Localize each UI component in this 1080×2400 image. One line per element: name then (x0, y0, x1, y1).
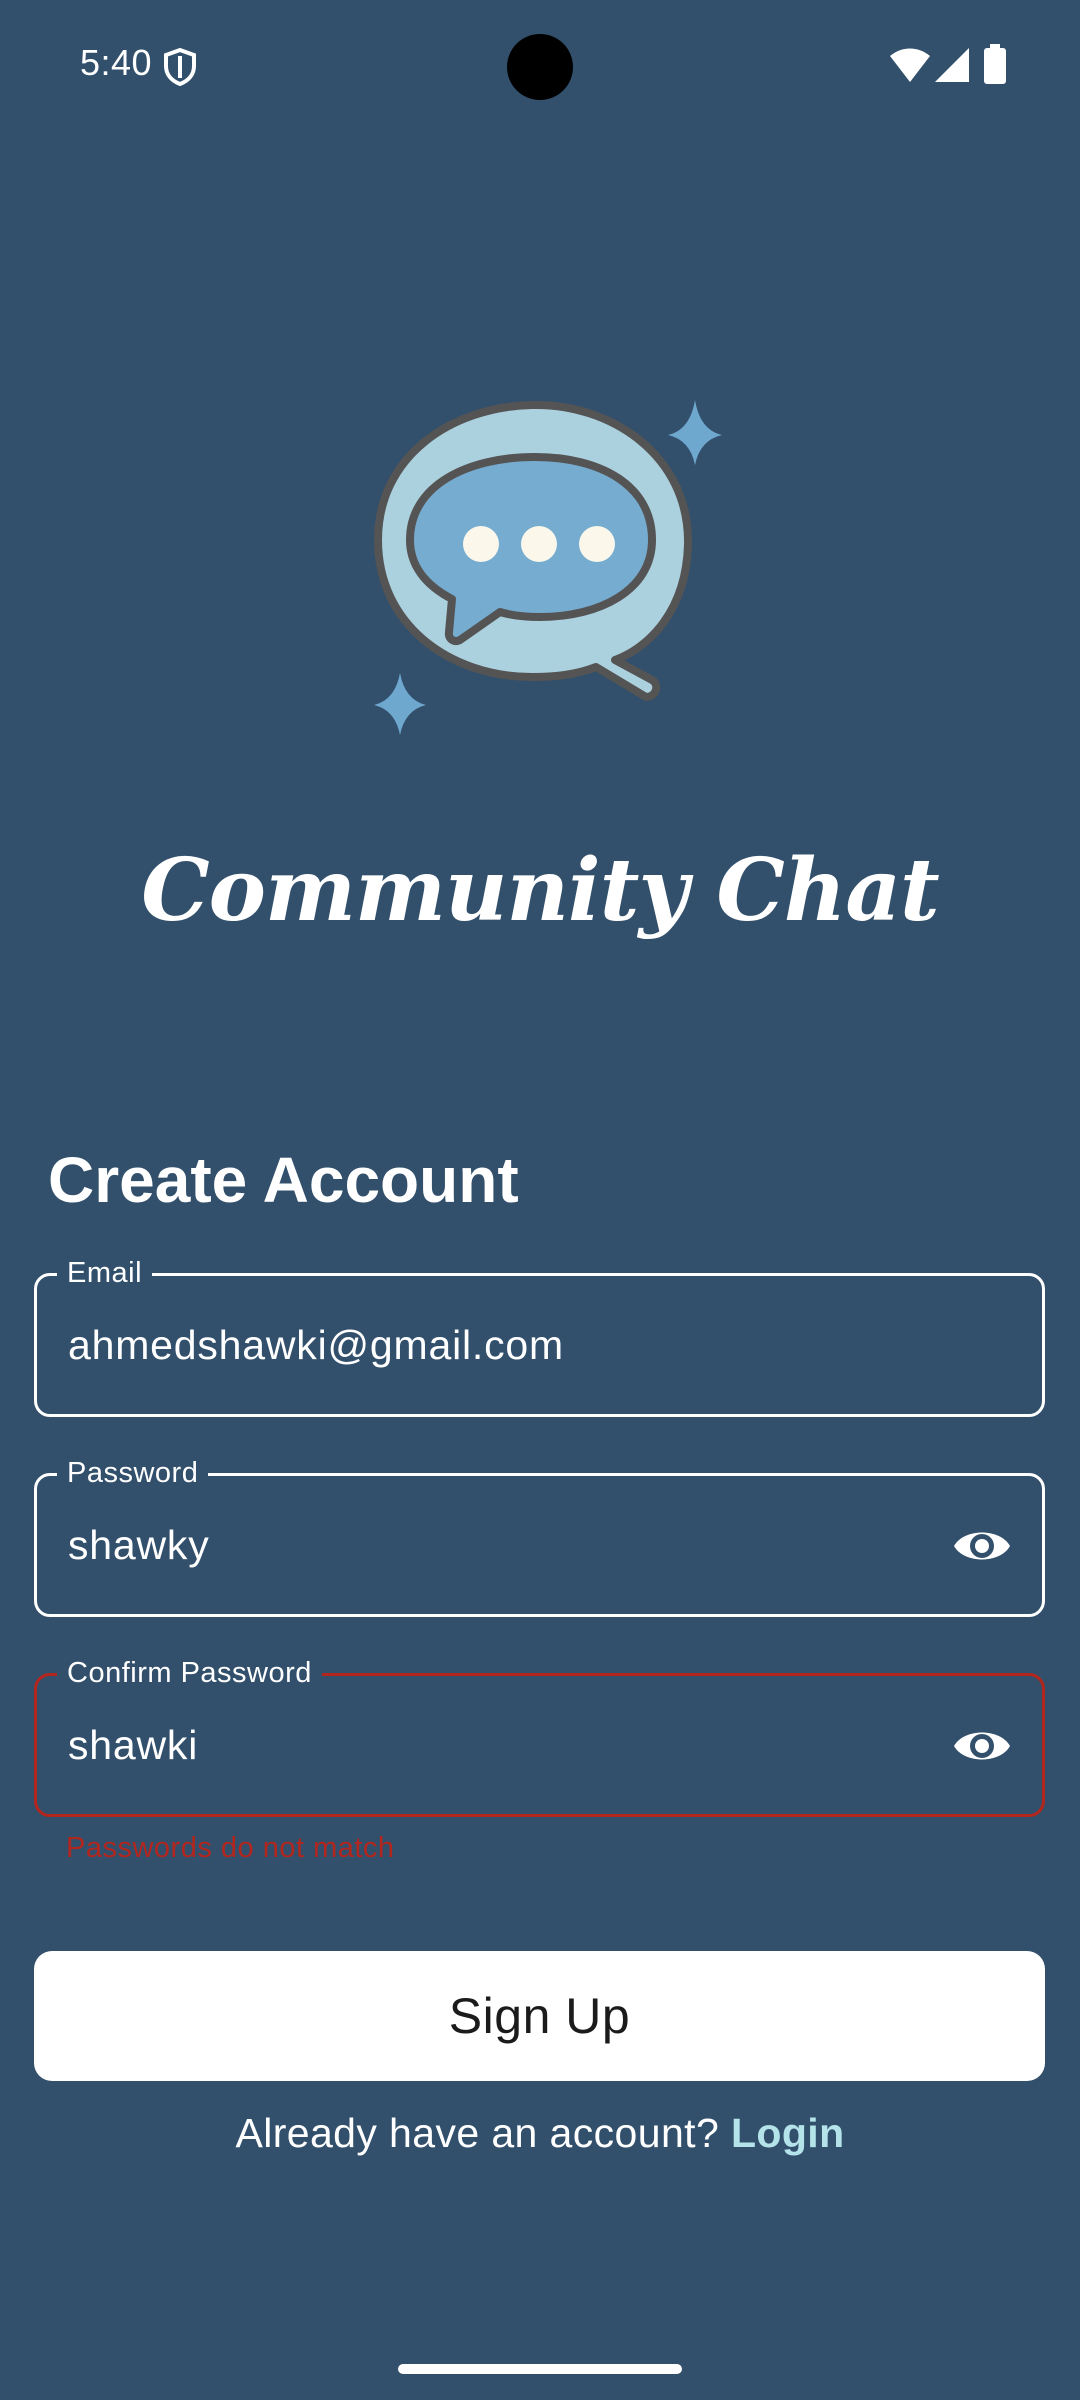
app-title: Community Chat (141, 840, 940, 941)
login-prompt-text: Already have an account? (235, 2110, 720, 2156)
login-prompt-row: Already have an account? Login (0, 2110, 1080, 2157)
email-field[interactable]: Email ahmedshawki@gmail.com (34, 1256, 1045, 1417)
confirm-password-field-value[interactable]: shawki (68, 1720, 198, 1770)
confirm-password-field[interactable]: Confirm Password shawki (34, 1656, 1045, 1817)
status-bar: 5:40 (0, 0, 1080, 130)
shield-icon (164, 48, 196, 86)
password-field-value[interactable]: shawky (68, 1520, 210, 1570)
signup-screen: 5:40 Community Chat Create Account Email… (0, 0, 1080, 2400)
password-field[interactable]: Password shawky (34, 1456, 1045, 1617)
sign-up-button[interactable]: Sign Up (34, 1951, 1045, 2081)
password-field-label: Password (57, 1456, 209, 1490)
page-title: Create Account (48, 1144, 519, 1216)
login-link[interactable]: Login (731, 2110, 845, 2156)
chat-bubble-logo-icon (374, 400, 722, 735)
home-indicator[interactable] (398, 2364, 682, 2374)
sign-up-button-label: Sign Up (448, 1988, 631, 2044)
signal-icon (935, 48, 969, 82)
eye-icon[interactable] (952, 1722, 1012, 1770)
email-field-value[interactable]: ahmedshawki@gmail.com (68, 1320, 564, 1370)
email-field-label: Email (57, 1256, 153, 1290)
status-time: 5:40 (80, 42, 153, 83)
eye-icon[interactable] (952, 1522, 1012, 1570)
confirm-password-error: Passwords do not match (66, 1832, 395, 1864)
camera-cutout (507, 34, 573, 100)
wifi-icon (890, 48, 930, 82)
battery-icon (984, 44, 1006, 84)
confirm-password-field-label: Confirm Password (57, 1656, 322, 1690)
